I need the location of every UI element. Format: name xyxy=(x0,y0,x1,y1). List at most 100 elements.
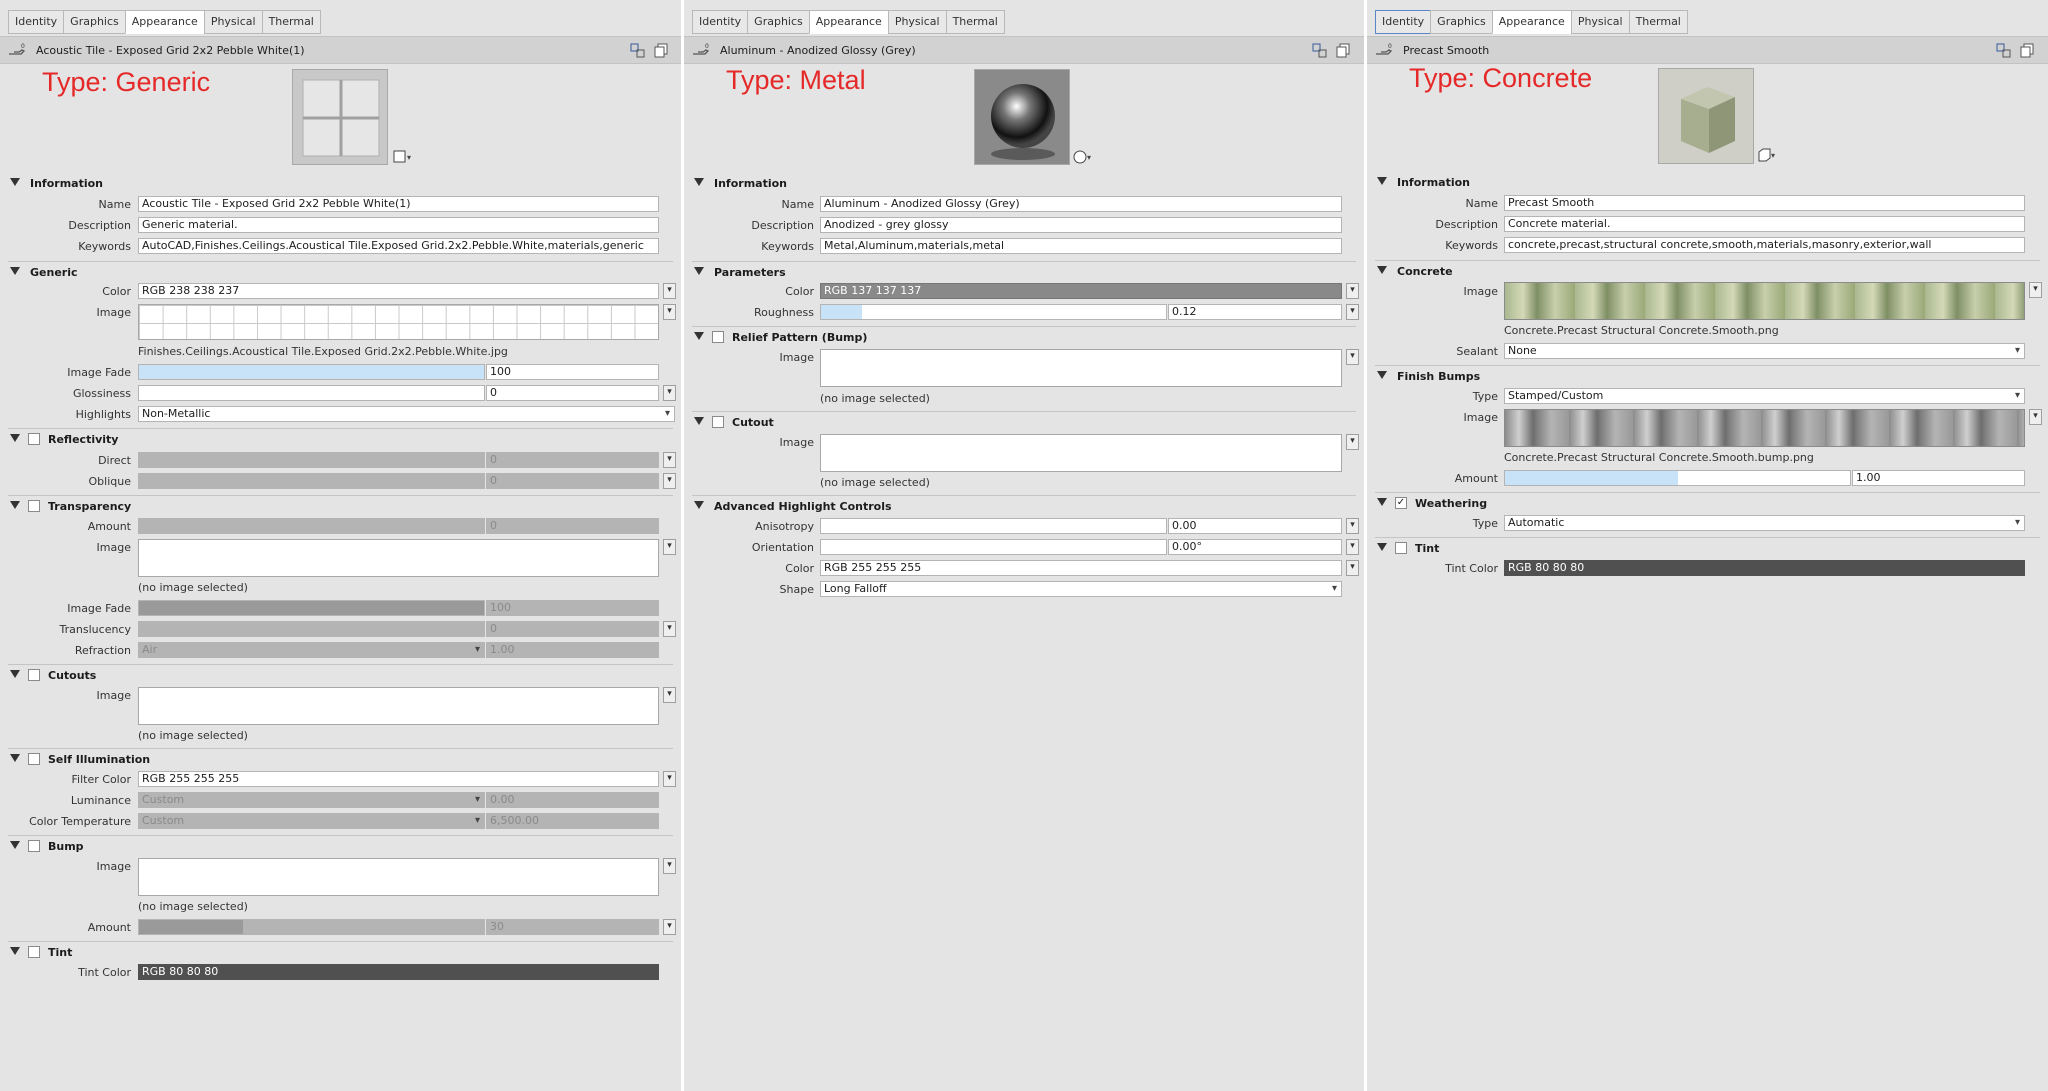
color-temperature-preset-select[interactable]: Custom xyxy=(138,813,485,829)
translucency-value[interactable]: 0 xyxy=(486,621,659,637)
duplicate-asset-icon[interactable] xyxy=(2020,43,2035,58)
relief-image-dropdown[interactable]: ▾ xyxy=(1346,349,1359,365)
anisotropy-value[interactable]: 0.00 xyxy=(1168,518,1342,534)
keywords-field[interactable]: AutoCAD,Finishes.Ceilings.Acoustical Til… xyxy=(138,238,659,254)
cutouts-image-dropdown[interactable]: ▾ xyxy=(663,687,676,703)
oblique-dropdown[interactable]: ▾ xyxy=(663,473,676,489)
name-field[interactable]: Precast Smooth xyxy=(1504,195,2025,211)
luminance-preset-select[interactable]: Custom xyxy=(138,792,485,808)
glossiness-value[interactable]: 0 xyxy=(486,385,659,401)
bump-image-dropdown[interactable]: ▾ xyxy=(2029,409,2042,425)
relief-image-box[interactable] xyxy=(820,349,1342,387)
tab-graphics[interactable]: Graphics xyxy=(63,10,126,34)
tint-checkbox[interactable] xyxy=(28,946,40,958)
orientation-slider[interactable] xyxy=(820,539,1167,555)
direct-dropdown[interactable]: ▾ xyxy=(663,452,676,468)
section-relief-pattern[interactable]: Relief Pattern (Bump) xyxy=(692,330,1356,346)
self-illumination-checkbox[interactable] xyxy=(28,753,40,765)
collapse-triangle-icon[interactable] xyxy=(10,178,20,186)
filter-color-dropdown[interactable]: ▾ xyxy=(663,771,676,787)
name-field[interactable]: Aluminum - Anodized Glossy (Grey) xyxy=(820,196,1342,212)
color-dropdown[interactable]: ▾ xyxy=(1346,283,1359,299)
metal-color-field[interactable]: RGB 137 137 137 xyxy=(820,283,1342,299)
keywords-field[interactable]: Metal,Aluminum,materials,metal xyxy=(820,238,1342,254)
section-reflectivity[interactable]: Reflectivity xyxy=(8,432,673,448)
color-dropdown[interactable]: ▾ xyxy=(663,283,676,299)
collapse-triangle-icon[interactable] xyxy=(10,434,20,442)
tab-physical[interactable]: Physical xyxy=(1570,10,1630,34)
filter-color-field[interactable]: RGB 255 255 255 xyxy=(138,771,659,787)
bump-image-box[interactable] xyxy=(138,858,659,896)
preview-shape-icon[interactable]: ▾ xyxy=(393,150,415,164)
preview-shape-icon[interactable]: ▾ xyxy=(1073,150,1095,164)
duplicate-asset-icon[interactable] xyxy=(654,43,669,58)
image-fade-slider[interactable] xyxy=(138,364,485,380)
section-tint[interactable]: Tint xyxy=(8,945,673,961)
section-advanced-highlight[interactable]: Advanced Highlight Controls xyxy=(692,499,1356,515)
oblique-value[interactable]: 0 xyxy=(486,473,659,489)
section-information[interactable]: Information xyxy=(8,176,673,192)
bump-amount-slider[interactable] xyxy=(138,919,485,935)
bump-texture-swatch[interactable] xyxy=(1504,409,2025,447)
roughness-slider[interactable] xyxy=(820,304,1167,320)
tab-appearance[interactable]: Appearance xyxy=(124,10,205,34)
preview-shape-icon[interactable]: ▾ xyxy=(1757,148,1779,162)
concrete-texture-swatch[interactable] xyxy=(1504,282,2025,320)
weathering-checkbox[interactable]: ✓ xyxy=(1395,497,1407,509)
refraction-value[interactable]: 1.00 xyxy=(486,642,659,658)
bump-amount-value[interactable]: 1.00 xyxy=(1852,470,2025,486)
image-filename[interactable]: Finishes.Ceilings.Acoustical Tile.Expose… xyxy=(138,345,508,358)
tab-thermal[interactable]: Thermal xyxy=(1628,10,1688,34)
concrete-image-dropdown[interactable]: ▾ xyxy=(2029,282,2042,298)
material-preview[interactable] xyxy=(292,69,388,165)
duplicate-asset-icon[interactable] xyxy=(1336,43,1351,58)
glossiness-dropdown[interactable]: ▾ xyxy=(663,385,676,401)
section-tint[interactable]: Tint xyxy=(1375,541,2040,557)
transparency-checkbox[interactable] xyxy=(28,500,40,512)
cutout-checkbox[interactable] xyxy=(712,416,724,428)
section-parameters[interactable]: Parameters xyxy=(692,265,1356,281)
section-cutouts[interactable]: Cutouts xyxy=(8,668,673,684)
tab-appearance[interactable]: Appearance xyxy=(808,10,889,34)
color-temperature-value[interactable]: 6,500.00 xyxy=(486,813,659,829)
collapse-triangle-icon[interactable] xyxy=(10,841,20,849)
collapse-triangle-icon[interactable] xyxy=(10,947,20,955)
roughness-dropdown[interactable]: ▾ xyxy=(1346,304,1359,320)
weathering-type-select[interactable]: Automatic xyxy=(1504,515,2025,531)
translucency-dropdown[interactable]: ▾ xyxy=(663,621,676,637)
transparency-amount-value[interactable]: 0 xyxy=(486,518,659,534)
tint-checkbox[interactable] xyxy=(1395,542,1407,554)
glossiness-slider[interactable] xyxy=(138,385,485,401)
direct-value[interactable]: 0 xyxy=(486,452,659,468)
cutout-image-dropdown[interactable]: ▾ xyxy=(1346,434,1359,450)
section-bump[interactable]: Bump xyxy=(8,839,673,855)
section-weathering[interactable]: ✓ Weathering xyxy=(1375,496,2040,512)
collapse-triangle-icon[interactable] xyxy=(694,332,704,340)
tab-physical[interactable]: Physical xyxy=(203,10,263,34)
tab-thermal[interactable]: Thermal xyxy=(261,10,321,34)
transparency-image-dropdown[interactable]: ▾ xyxy=(663,539,676,555)
transparency-image-box[interactable] xyxy=(138,539,659,577)
bump-amount-value[interactable]: 30 xyxy=(486,919,659,935)
collapse-triangle-icon[interactable] xyxy=(1377,498,1387,506)
tab-identity[interactable]: Identity xyxy=(692,10,749,34)
tint-color-field[interactable]: RGB 80 80 80 xyxy=(138,964,659,980)
shape-select[interactable]: Long Falloff xyxy=(820,581,1342,597)
concrete-image-filename[interactable]: Concrete.Precast Structural Concrete.Smo… xyxy=(1504,324,1779,337)
collapse-triangle-icon[interactable] xyxy=(10,670,20,678)
replace-asset-icon[interactable] xyxy=(1312,43,1327,58)
orientation-dropdown[interactable]: ▾ xyxy=(1346,539,1359,555)
refraction-preset-select[interactable]: Air xyxy=(138,642,485,658)
bump-amount-slider[interactable] xyxy=(1504,470,1851,486)
collapse-triangle-icon[interactable] xyxy=(1377,266,1387,274)
cutouts-image-box[interactable] xyxy=(138,687,659,725)
oblique-slider[interactable] xyxy=(138,473,485,489)
highlights-select[interactable]: Non-Metallic xyxy=(138,406,675,422)
material-preview[interactable] xyxy=(1658,68,1754,164)
highlight-color-field[interactable]: RGB 255 255 255 xyxy=(820,560,1342,576)
transparency-image-fade-value[interactable]: 100 xyxy=(486,600,659,616)
section-finish-bumps[interactable]: Finish Bumps xyxy=(1375,369,2040,385)
highlight-color-dropdown[interactable]: ▾ xyxy=(1346,560,1359,576)
anisotropy-slider[interactable] xyxy=(820,518,1167,534)
collapse-triangle-icon[interactable] xyxy=(694,267,704,275)
